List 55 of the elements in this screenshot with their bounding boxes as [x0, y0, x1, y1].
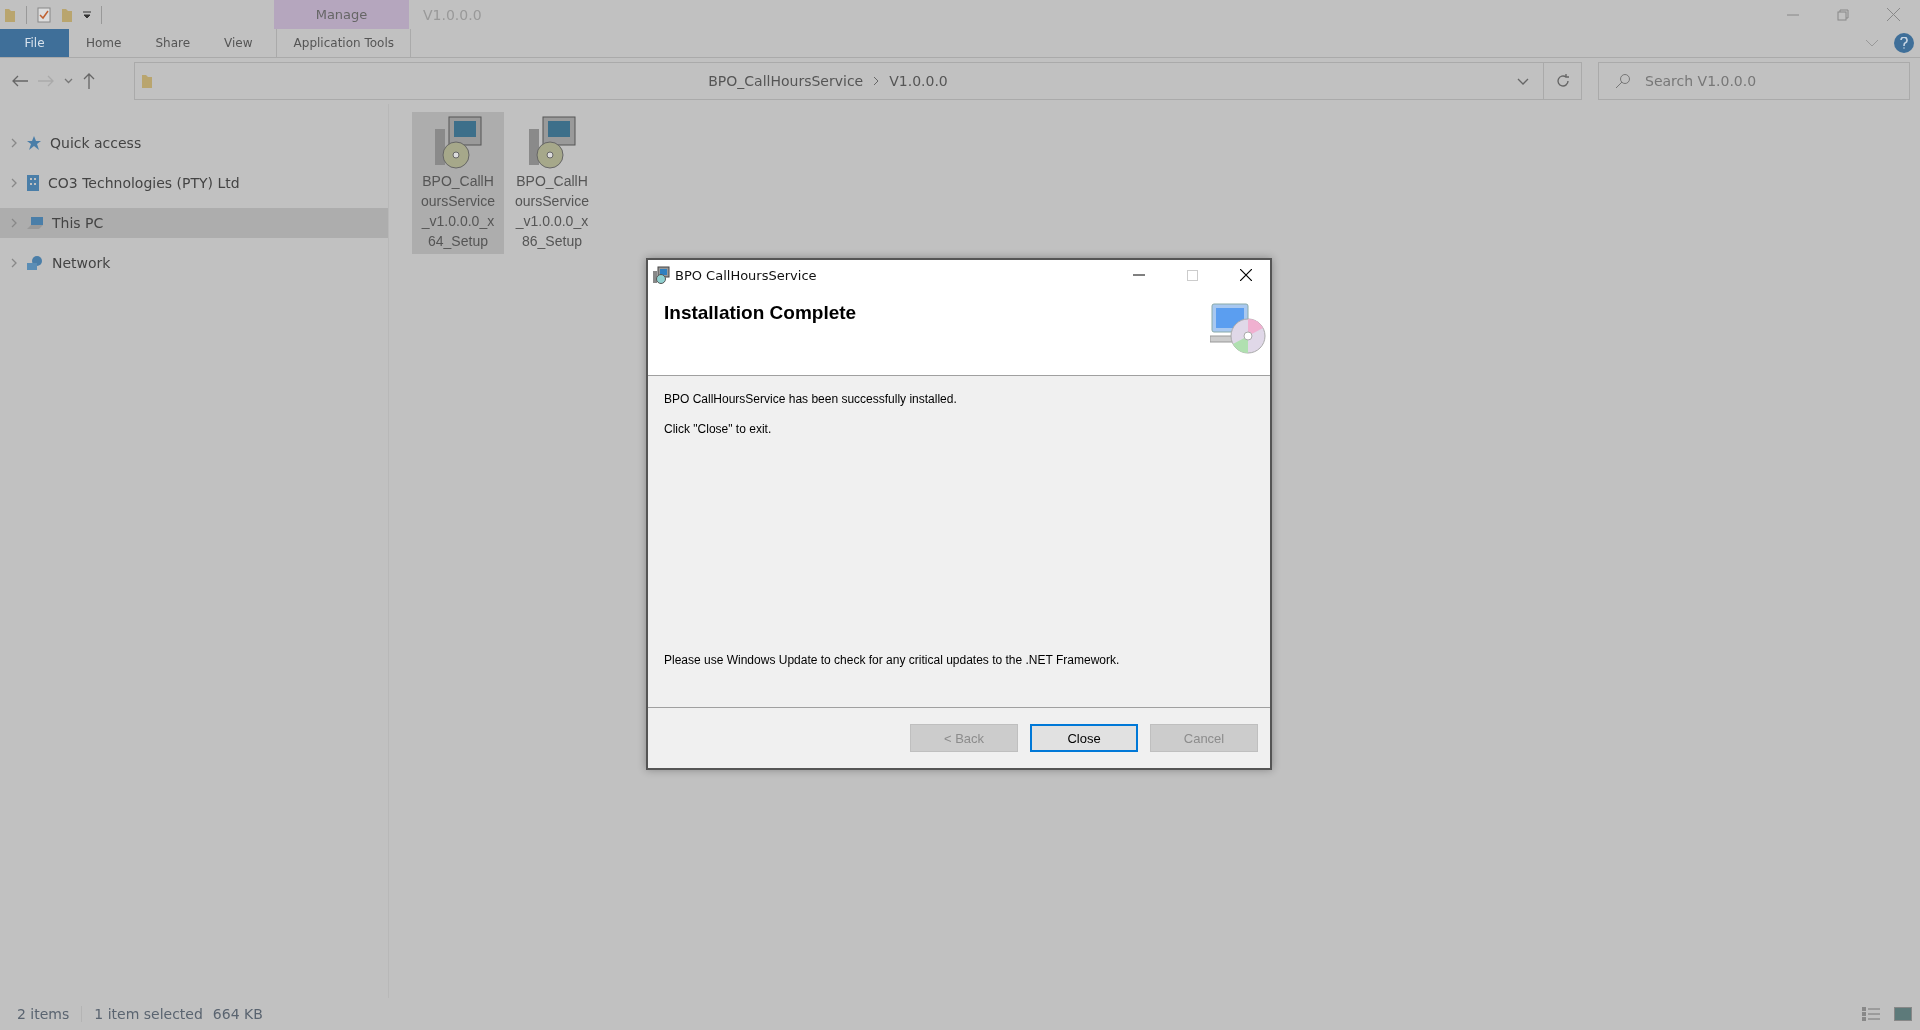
dialog-button[interactable]: Close: [1030, 724, 1138, 752]
file-item[interactable]: BPO_CallHoursService_v1.0.0.0_x86_Setup: [506, 112, 598, 254]
expand-chevron-icon[interactable]: [10, 217, 18, 229]
address-bar[interactable]: BPO_CallHoursService V1.0.0.0: [134, 62, 1582, 100]
breadcrumb-item[interactable]: BPO_CallHoursService: [708, 73, 864, 89]
sidebar-item[interactable]: This PC: [0, 208, 388, 238]
maximize-icon: [1187, 269, 1198, 281]
back-arrow-icon[interactable]: [12, 75, 28, 87]
file-item[interactable]: BPO_CallHoursService_v1.0.0.0_x64_Setup: [412, 112, 504, 254]
star-icon: [26, 135, 42, 151]
ribbon-tab[interactable]: View: [207, 29, 270, 57]
selection-size: 664 KB: [212, 1006, 263, 1022]
breadcrumb-separator-icon: [873, 76, 880, 86]
breadcrumb-item[interactable]: V1.0.0.0: [889, 73, 948, 89]
help-icon[interactable]: [1894, 33, 1914, 53]
minimize-icon[interactable]: [1133, 274, 1145, 276]
dialog-heading: Installation Complete: [664, 302, 857, 325]
dialog-title: BPO CallHoursService: [675, 267, 818, 283]
dialog-note: Please use Windows Update to check for any critical updates to the .NET Framework.: [664, 653, 1121, 667]
building-icon: [26, 174, 40, 192]
up-arrow-icon[interactable]: [83, 73, 95, 89]
folder-icon: [4, 6, 16, 23]
contextual-tab-group: Manage: [274, 0, 409, 29]
dialog-message: Click "Close" to exit.: [664, 422, 773, 436]
expand-ribbon-icon[interactable]: [1866, 39, 1878, 47]
ribbon-tab[interactable]: File: [0, 29, 69, 57]
large-icons-view-icon[interactable]: [1894, 1007, 1912, 1021]
restore-icon[interactable]: [1837, 8, 1849, 21]
dialog-message: BPO CallHoursService has been successfully installed.: [664, 392, 958, 406]
search-icon: [1615, 73, 1631, 89]
details-view-icon[interactable]: [1862, 1007, 1880, 1021]
customize-dropdown-icon[interactable]: [83, 10, 91, 19]
properties-icon[interactable]: [37, 6, 51, 23]
installer-icon: [652, 266, 670, 284]
expand-chevron-icon[interactable]: [10, 257, 18, 269]
network-icon: [26, 255, 44, 271]
sidebar-item[interactable]: Network: [0, 248, 388, 278]
sidebar-item[interactable]: CO3 Technologies (PTY) Ltd: [0, 168, 388, 198]
ribbon-tab[interactable]: Share: [138, 29, 208, 57]
folder-icon: [141, 73, 153, 89]
expand-chevron-icon[interactable]: [10, 177, 18, 189]
sidebar-item[interactable]: Quick access: [0, 128, 388, 158]
computer-icon: [26, 216, 44, 230]
item-count: 2 items: [17, 1006, 83, 1022]
ribbon-tab[interactable]: Home: [69, 29, 139, 57]
search-field[interactable]: Search V1.0.0.0: [1598, 62, 1910, 100]
new-folder-icon: [61, 6, 73, 23]
close-icon[interactable]: [1240, 269, 1252, 281]
ribbon-tab[interactable]: Application Tools: [275, 29, 411, 57]
recent-locations-chevron-icon[interactable]: [64, 78, 73, 84]
expand-chevron-icon[interactable]: [10, 137, 18, 149]
selection-status: 1 item selected: [94, 1006, 203, 1022]
computer-with-disc-icon: [1210, 302, 1266, 354]
address-dropdown-icon[interactable]: [1517, 77, 1529, 85]
refresh-icon: [1554, 73, 1571, 89]
